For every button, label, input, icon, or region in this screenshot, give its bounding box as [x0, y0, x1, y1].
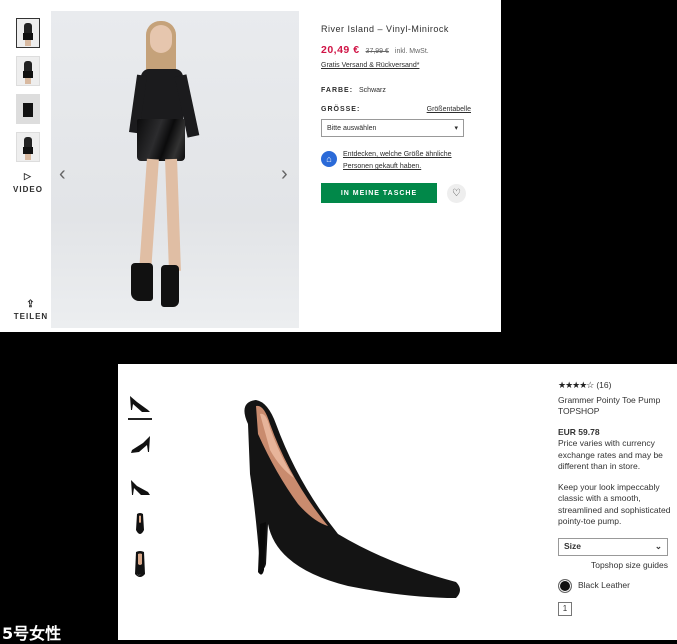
tax-note: inkl. MwSt.: [394, 48, 429, 55]
size-row: GRÖSSE: Größentabelle: [321, 106, 471, 113]
product-price: EUR 59.78: [558, 426, 600, 437]
color-option[interactable]: Black Leather: [558, 579, 673, 593]
play-icon: ▷: [24, 171, 32, 181]
size-select-label: Size: [564, 540, 582, 551]
size-select[interactable]: Bitte auswählen ▾: [321, 119, 464, 137]
sale-price: 20,49 €: [321, 44, 360, 56]
shoe-product-info: ★★★★☆ (16) Grammer Pointy Toe Pump TOPSH…: [558, 380, 673, 616]
chevron-down-icon: ⌄: [654, 540, 662, 551]
thumbnail-2[interactable]: [16, 56, 40, 86]
size-select-value: Bitte auswählen: [327, 124, 377, 132]
fit-link-line1[interactable]: Entdecken, welche Größe ähnliche: [343, 151, 452, 158]
size-guide-link[interactable]: Topshop size guides: [558, 560, 668, 572]
fit-link-line2[interactable]: Personen gekauft haben.: [343, 163, 421, 170]
rating-count: (16): [596, 380, 612, 390]
color-swatch[interactable]: [558, 579, 572, 593]
rating[interactable]: ★★★★☆ (16): [558, 380, 673, 392]
shoe-thumbnail-list: [128, 388, 154, 590]
shoe-product-image: [228, 394, 468, 609]
star-rating-icon: ★★★★☆: [558, 380, 594, 390]
watermark-text: 5号女性: [2, 624, 62, 643]
brand-name[interactable]: TOPSHOP: [558, 406, 673, 418]
quantity-box[interactable]: 1: [558, 602, 572, 616]
color-name: Black Leather: [578, 580, 630, 591]
nordstrom-product-panel: ⌄ ★★★★☆ (16) Grammer Pointy Toe Pump TOP…: [118, 364, 677, 640]
shoe-thumbnail-1[interactable]: [128, 388, 152, 420]
color-value: Schwarz: [359, 87, 386, 94]
shoe-thumbnail-2[interactable]: [128, 430, 152, 460]
price-row: 20,49 € 37,99 € inkl. MwSt.: [321, 44, 471, 56]
heart-icon[interactable]: ♡: [447, 183, 466, 203]
hanger-icon: ⌂: [321, 151, 337, 167]
color-info: FARBE: Schwarz: [321, 87, 471, 94]
fit-assistant[interactable]: ⌂ Entdecken, welche Größe ähnliche Perso…: [321, 149, 471, 173]
chevron-down-icon[interactable]: ⌄: [135, 568, 143, 579]
price-note: Price varies with currency exchange rate…: [558, 438, 663, 471]
thumbnail-1[interactable]: [16, 18, 40, 48]
shoe-thumbnail-3[interactable]: [128, 470, 152, 500]
video-button[interactable]: ▷ VIDEO: [12, 171, 44, 194]
thumbnail-3[interactable]: [16, 94, 40, 124]
product-title: River Island – Vinyl-Minirock: [321, 24, 449, 34]
add-to-bag-button[interactable]: IN MEINE TASCHE: [321, 183, 437, 203]
product-info: River Island – Vinyl-Minirock 20,49 € 37…: [321, 24, 471, 203]
original-price: 37,99 €: [365, 48, 389, 55]
chevron-down-icon: ▾: [454, 125, 458, 132]
color-label: FARBE:: [321, 87, 354, 94]
size-guide-link[interactable]: Größentabelle: [427, 106, 471, 113]
shipping-link[interactable]: Gratis Versand & Rückversand*: [321, 62, 471, 69]
prev-image-arrow-icon[interactable]: ‹: [59, 163, 66, 186]
video-label: VIDEO: [13, 185, 43, 194]
cart-row: IN MEINE TASCHE ♡: [321, 183, 471, 203]
share-button[interactable]: ⇪ TEILEN: [10, 299, 52, 321]
product-description: Keep your look impeccably classic with a…: [558, 481, 671, 527]
share-icon: ⇪: [26, 299, 36, 310]
size-label: GRÖSSE:: [321, 106, 361, 113]
product-title: Grammer Pointy Toe Pump: [558, 394, 661, 405]
product-image: ‹ ›: [51, 11, 299, 328]
thumbnail-4[interactable]: [16, 132, 40, 162]
shoe-thumbnail-4[interactable]: [128, 510, 152, 540]
next-image-arrow-icon[interactable]: ›: [281, 163, 288, 186]
thumbnail-list: [16, 18, 40, 170]
asos-product-panel: ▷ VIDEO ⇪ TEILEN ‹ › River Island – Viny…: [0, 0, 501, 332]
share-label: TEILEN: [13, 312, 49, 321]
size-select[interactable]: Size ⌄: [558, 537, 668, 556]
